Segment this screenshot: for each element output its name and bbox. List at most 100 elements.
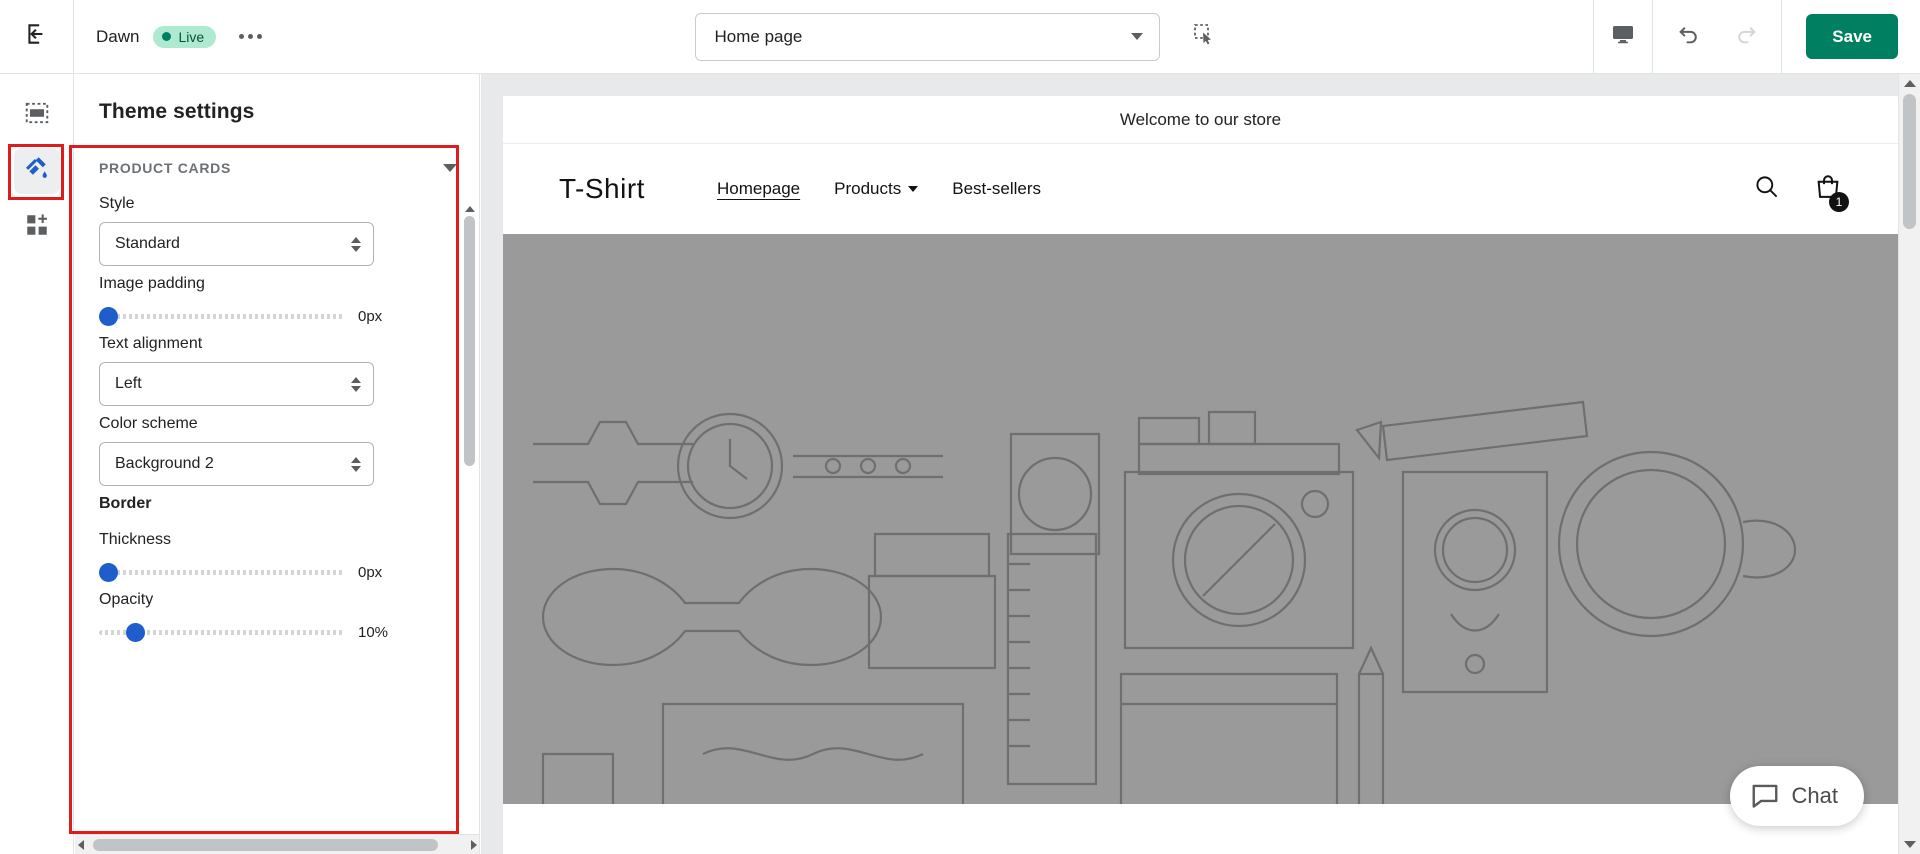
theme-info-group: Dawn Live [74,25,271,48]
opacity-label: Opacity [99,591,154,608]
hero-illustration-icon [533,400,1797,804]
sidebar-item-sections[interactable] [14,92,60,138]
cart-count-badge: 1 [1829,191,1849,212]
image-padding-slider[interactable] [99,306,344,326]
section-header-product-cards[interactable]: PRODUCT CARDS [75,146,479,186]
announcement-bar: Welcome to our store [503,96,1898,144]
nav-label: Best-sellers [952,179,1042,198]
chevron-down-icon [908,186,919,192]
exit-arrow-icon [24,21,50,52]
opacity-slider-row: 10% [75,618,479,642]
slider-thumb[interactable] [126,623,146,642]
nav-item-best-sellers[interactable]: Best-sellers [952,179,1041,199]
redo-button[interactable] [1717,0,1775,73]
border-heading: Border [99,495,152,512]
nav-label: Products [834,179,902,198]
scroll-up-button[interactable] [464,202,475,215]
store-preview: Welcome to our store T-Shirt Homepage Pr… [481,74,1920,854]
sections-icon [24,100,50,131]
thickness-label: Thickness [99,531,172,548]
stepper-icon [351,456,361,472]
slider-track-ticks [99,314,344,319]
undo-redo-group [1653,0,1781,73]
field-border-heading: Border [75,486,479,513]
text-alignment-select[interactable]: Left [99,362,374,406]
stepper-icon [351,236,361,252]
more-options-icon [248,34,254,39]
chevron-down-icon [1130,33,1143,40]
page-selector-value: Home page [714,26,803,46]
scrollbar-thumb[interactable] [1903,94,1916,229]
scroll-up-arrow-icon [464,205,475,212]
hero-placeholder-image [503,234,1898,804]
scroll-right-arrow-icon[interactable] [471,839,477,850]
slider-track-ticks [99,570,344,575]
top-bar-actions: Save [1593,0,1920,73]
store-actions: 1 [1753,173,1849,212]
undo-button[interactable] [1659,0,1717,73]
text-alignment-value: Left [115,375,142,392]
scrollbar-thumb[interactable] [93,838,438,851]
nav-item-products[interactable]: Products [834,179,919,199]
thickness-slider-row: 0px [75,558,479,582]
more-options-icon [239,34,245,39]
panel-vertical-scrollbar[interactable] [464,202,475,762]
opacity-slider[interactable] [99,622,344,642]
color-scheme-select[interactable]: Background 2 [99,442,374,486]
theme-settings-panel: Theme settings PRODUCT CARDS Style Stand… [75,74,480,854]
field-image-padding: Image padding [75,266,479,293]
color-scheme-value: Background 2 [115,455,214,472]
style-select[interactable]: Standard [99,222,374,266]
search-icon[interactable] [1753,173,1780,205]
stepper-icon [351,376,361,392]
slider-thumb[interactable] [99,307,118,326]
scroll-left-arrow-icon[interactable] [78,839,84,850]
page-selector[interactable]: Home page [694,12,1160,61]
exit-editor-button[interactable] [0,0,74,73]
image-padding-value: 0px [358,307,383,325]
live-status-dot [162,32,172,41]
apps-add-icon [24,212,50,243]
chat-button[interactable]: Chat [1729,766,1864,826]
shopify-chat-icon [1750,779,1780,814]
inspector-select-icon [1192,22,1216,51]
opacity-value: 10% [358,623,389,641]
field-thickness: Thickness [75,522,479,549]
sidebar-item-theme-settings[interactable] [13,148,60,194]
slider-thumb[interactable] [99,563,118,582]
desktop-preview-button[interactable] [1594,0,1652,73]
inspector-select-button[interactable] [1182,17,1226,57]
sidebar-item-apps[interactable] [14,204,60,250]
scroll-down-arrow-icon[interactable] [1903,841,1916,848]
redo-icon [1734,22,1759,52]
field-color-scheme: Color scheme Background 2 [75,406,479,486]
theme-name: Dawn [96,26,140,46]
save-button[interactable]: Save [1806,14,1898,59]
text-alignment-label: Text alignment [99,335,203,352]
chevron-down-icon [443,164,457,172]
more-options-button[interactable] [230,26,271,47]
scroll-up-arrow-icon[interactable] [1903,80,1916,87]
color-scheme-label: Color scheme [99,415,198,432]
store-logo[interactable]: T-Shirt [559,173,645,205]
cart-button[interactable]: 1 [1814,173,1849,212]
scrollbar-thumb[interactable] [464,216,475,466]
top-bar: Dawn Live Home page Save [0,0,1920,74]
store-header: T-Shirt Homepage Products Best-sellers 1 [503,144,1898,234]
field-text-alignment: Text alignment Left [75,326,479,406]
panel-horizontal-scrollbar[interactable] [75,834,479,854]
save-group: Save [1782,14,1920,59]
preview-scrollbar[interactable] [1898,74,1920,854]
undo-icon [1676,22,1701,52]
thickness-slider[interactable] [99,562,344,582]
chat-label: Chat [1791,783,1838,808]
thickness-value: 0px [358,563,383,581]
field-style: Style Standard [75,186,479,266]
image-padding-label: Image padding [99,275,205,292]
left-icon-rail [0,74,74,854]
desktop-preview-icon [1611,22,1635,51]
style-label: Style [99,195,135,212]
more-options-icon [257,34,263,39]
nav-item-homepage[interactable]: Homepage [717,179,800,199]
section-label: PRODUCT CARDS [99,160,231,176]
